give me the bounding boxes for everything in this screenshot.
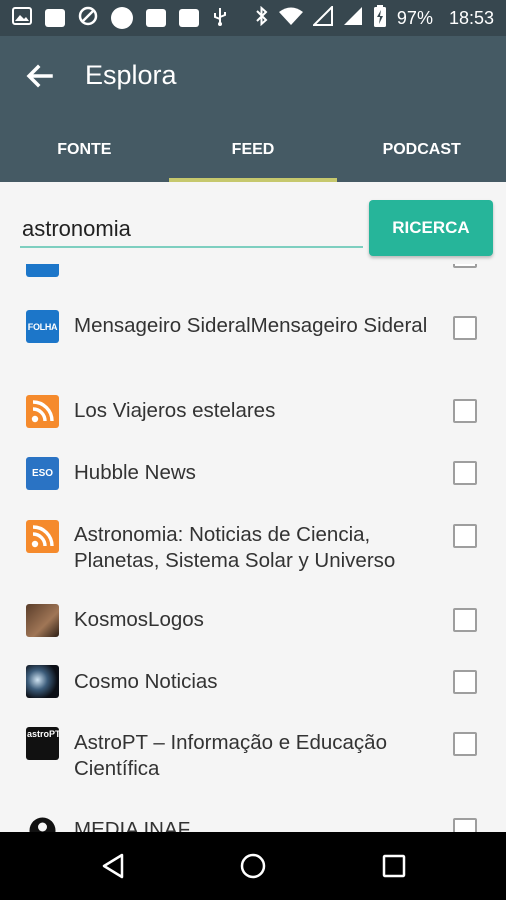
- list-item[interactable]: KosmosLogos: [0, 604, 506, 644]
- feed-checkbox[interactable]: [453, 670, 477, 694]
- wifi-icon: [278, 7, 303, 30]
- clock: 18:53: [448, 7, 494, 28]
- list-item-clipped[interactable]: [0, 264, 506, 284]
- navigation-bar: [0, 832, 506, 900]
- list-item[interactable]: MEDIA INAF: [0, 814, 506, 832]
- feed-title: MEDIA INAF: [74, 818, 191, 832]
- bluetooth-icon: [255, 5, 269, 31]
- feed-checkbox[interactable]: [453, 316, 477, 340]
- feed-title: Los Viajeros estelares: [74, 399, 276, 422]
- list-item[interactable]: FOLHA Mensageiro SideralMensageiro Sider…: [0, 310, 506, 366]
- recents-nav-icon[interactable]: [378, 850, 410, 882]
- feed-list[interactable]: FOLHA Mensageiro SideralMensageiro Sider…: [0, 264, 506, 832]
- message-notification-icon-3: [179, 9, 199, 27]
- feed-checkbox[interactable]: [453, 524, 477, 548]
- usb-icon: [212, 6, 228, 31]
- rss-icon: [26, 395, 59, 428]
- home-nav-icon[interactable]: [237, 850, 269, 882]
- page-title: Esplora: [85, 60, 177, 90]
- feed-title: Hubble News: [74, 461, 196, 484]
- cosmo-icon: [26, 665, 59, 698]
- feed-checkbox[interactable]: [453, 264, 477, 268]
- back-arrow-icon[interactable]: [24, 60, 56, 92]
- gallery-notification-icon: [12, 6, 32, 30]
- blocked-notification-icon: [78, 6, 98, 31]
- feed-title: KosmosLogos: [74, 608, 204, 631]
- tab-podcast[interactable]: PODCAST: [337, 130, 506, 182]
- message-notification-icon-2: [146, 9, 166, 27]
- battery-percent: 97%: [396, 7, 433, 28]
- inaf-icon: [26, 814, 59, 832]
- signal-outline-icon: [311, 4, 333, 31]
- kosmoslogos-icon: [26, 604, 59, 637]
- list-item[interactable]: Cosmo Noticias: [0, 665, 506, 705]
- search-row: RICERCA: [0, 182, 506, 264]
- tab-fonte[interactable]: FONTE: [0, 130, 169, 182]
- tab-bar: FONTE FEED PODCAST: [0, 130, 506, 182]
- feed-title: Astronomia: Noticias de Ciencia, Planeta…: [74, 523, 396, 572]
- signal-icon: [343, 6, 363, 31]
- list-item[interactable]: Astronomia: Noticias de Ciencia, Planeta…: [0, 520, 506, 576]
- folha-icon: FOLHA: [26, 310, 59, 343]
- circle-notification-icon: [111, 7, 133, 29]
- rss-icon: [26, 520, 59, 553]
- battery-charging-icon: [373, 4, 387, 32]
- feed-checkbox[interactable]: [453, 461, 477, 485]
- feed-title: Mensageiro SideralMensageiro Sideral: [74, 314, 428, 337]
- feed-checkbox[interactable]: [453, 399, 477, 423]
- feed-title: Cosmo Noticias: [74, 670, 218, 693]
- list-item[interactable]: astroPT AstroPT – Informação e Educação …: [0, 727, 506, 783]
- astropt-icon: astroPT: [26, 727, 59, 760]
- tab-feed[interactable]: FEED: [168, 130, 338, 182]
- back-nav-icon[interactable]: [98, 850, 130, 882]
- feed-checkbox[interactable]: [453, 608, 477, 632]
- feed-icon: [26, 264, 59, 277]
- status-bar: 97% 18:53: [0, 0, 506, 36]
- app-bar: Esplora FONTE FEED PODCAST: [0, 36, 506, 182]
- search-button[interactable]: RICERCA: [369, 200, 493, 256]
- search-input[interactable]: [20, 212, 363, 248]
- message-notification-icon: [45, 9, 65, 27]
- list-item[interactable]: Los Viajeros estelares: [0, 395, 506, 435]
- feed-title: AstroPT – Informação e Educação Científi…: [74, 731, 387, 780]
- list-item[interactable]: ESO Hubble News: [0, 457, 506, 497]
- eso-icon: ESO: [26, 457, 59, 490]
- feed-checkbox[interactable]: [453, 818, 477, 832]
- feed-checkbox[interactable]: [453, 732, 477, 756]
